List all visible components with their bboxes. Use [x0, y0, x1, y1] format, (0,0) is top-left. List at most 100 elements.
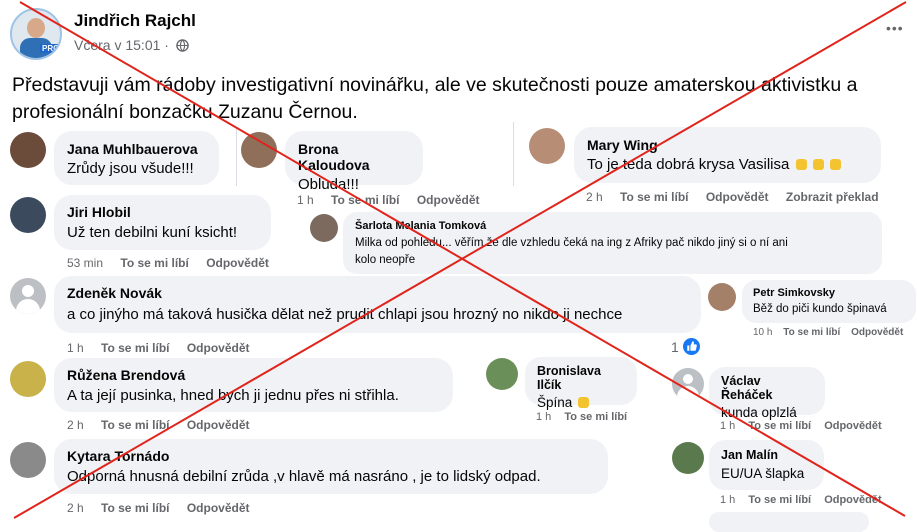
post-text-line1: Představuji vám rádoby investigativní no…	[12, 74, 858, 96]
comment-time[interactable]: 2 h	[67, 501, 84, 515]
comment-time[interactable]: 2 h	[586, 190, 603, 204]
reply-link[interactable]: Odpovědět	[187, 418, 250, 432]
comment-actions: 2 h To se mi líbí Odpovědět	[67, 418, 264, 432]
comment-text: Odporná hnusná debilní zrůda ,v hlavě má…	[67, 468, 541, 485]
comment-time[interactable]: 2 h	[67, 418, 84, 432]
like-link[interactable]: To se mi líbí	[620, 190, 688, 204]
avatar[interactable]	[10, 361, 46, 397]
reply-link[interactable]: Odpovědět	[824, 420, 881, 432]
reply-link[interactable]: Odpovědět	[706, 190, 769, 204]
comment-text: Zrůdy jsou všude!!!	[67, 160, 194, 177]
comment-text-line1: Milka od pohledu... věřím že dle vzhledu…	[355, 237, 788, 249]
like-link[interactable]: To se mi líbí	[101, 418, 169, 432]
comment-time[interactable]: 1 h	[297, 193, 314, 207]
comment-bubble: Růžena Brendová A ta její pusinka, hned …	[54, 358, 453, 412]
commenter-name[interactable]: Jan Malín	[721, 448, 814, 462]
commenter-name[interactable]: Petr Simkovsky	[753, 287, 906, 299]
post-text: Představuji vám rádoby investigativní no…	[12, 72, 912, 126]
avatar[interactable]	[529, 128, 565, 164]
like-link[interactable]: To se mi líbí	[564, 411, 627, 423]
comment-text: a co jinýho má taková husička dělat než …	[67, 306, 623, 323]
default-avatar-icon[interactable]	[10, 278, 46, 314]
comment-text: Běž do piči kundo špinavá	[753, 303, 887, 315]
comment-time[interactable]: 1 h	[536, 411, 551, 423]
comment-bubble: Jiri Hlobil Už ten debilni kuní ksicht!	[54, 195, 271, 250]
commenter-name[interactable]: Šarlota Melania Tomková	[355, 220, 872, 232]
commenter-name[interactable]: Mary Wing	[587, 137, 869, 153]
post-time[interactable]: Včera v 15:01 ·	[74, 37, 189, 53]
comment-text: EU/UA šlapka	[721, 466, 805, 481]
avatar[interactable]	[10, 132, 46, 168]
reaction-count[interactable]: 1	[671, 338, 700, 355]
thumbs-down-emoji-icon	[578, 397, 590, 408]
comment-bubble: Zdeněk Novák a co jinýho má taková husič…	[54, 276, 701, 333]
comment-time[interactable]: 1 h	[720, 420, 735, 432]
commenter-name[interactable]: Kytara Tornádo	[67, 448, 596, 464]
comment-bubble: Mary Wing To je teda dobrá krysa Vasilis…	[574, 127, 881, 183]
author-face	[27, 18, 45, 38]
post-more-button[interactable]: •••	[886, 20, 904, 36]
comment-bubble-partial	[709, 512, 869, 532]
comment-text: Špína	[537, 395, 573, 410]
thumbs-down-emoji-icon	[812, 159, 824, 170]
commenter-name[interactable]: Růžena Brendová	[67, 367, 441, 383]
comment-time[interactable]: 1 h	[67, 341, 84, 355]
comment-actions: 53 min To se mi líbí Odpovědět	[67, 256, 283, 270]
like-link[interactable]: To se mi líbí	[101, 341, 169, 355]
default-avatar-icon[interactable]	[672, 368, 704, 400]
comment-actions: 2 h To se mi líbí Odpovědět	[67, 501, 264, 515]
reply-link[interactable]: Odpovědět	[851, 327, 903, 338]
comment-text-line2: kolo neopře	[355, 254, 416, 266]
comment-text: Už ten debilni kuní ksicht!	[67, 224, 238, 241]
comment-time[interactable]: 10 h	[753, 327, 772, 338]
comment-actions: 10 h To se mi líbí Odpovědět	[753, 327, 917, 338]
comment-time[interactable]: 53 min	[67, 256, 103, 270]
comment-text: To je teda dobrá krysa Vasilisa	[587, 156, 790, 173]
avatar[interactable]	[241, 132, 277, 168]
commenter-name[interactable]: Jiri Hlobil	[67, 204, 259, 220]
comment-actions: 1 h To se mi líbí Odpovědět	[720, 420, 896, 432]
reply-link[interactable]: Odpovědět	[824, 494, 881, 506]
like-link[interactable]: To se mi líbí	[331, 193, 399, 207]
reply-link[interactable]: Odpovědět	[417, 193, 480, 207]
translate-link[interactable]: Zobrazit překlad	[786, 190, 879, 204]
author-name[interactable]: Jindřich Rajchl	[74, 11, 196, 31]
comment-bubble: Václav Řeháček kunda oplzlá	[709, 367, 825, 420]
avatar[interactable]	[672, 442, 704, 474]
like-link[interactable]: To se mi líbí	[748, 420, 811, 432]
commenter-name[interactable]: Václav Řeháček	[721, 374, 815, 402]
comment-bubble: Jana Muhlbauerova Zrůdy jsou všude!!!	[54, 131, 219, 185]
column-divider	[513, 122, 514, 186]
like-link[interactable]: To se mi líbí	[101, 501, 169, 515]
globe-icon	[176, 39, 189, 52]
avatar[interactable]	[310, 214, 338, 242]
like-link[interactable]: To se mi líbí	[748, 494, 811, 506]
commenter-name[interactable]: Brona Kaloudova	[298, 141, 411, 173]
avatar[interactable]	[10, 197, 46, 233]
thumbs-down-emoji-icon	[829, 159, 841, 170]
reply-link[interactable]: Odpovědět	[187, 341, 250, 355]
like-link[interactable]: To se mi líbí	[120, 256, 188, 270]
like-link[interactable]: To se mi líbí	[783, 327, 840, 338]
comment-actions: 2 h To se mi líbí Odpovědět Zobrazit pře…	[586, 190, 893, 204]
thumbs-down-emoji-icon	[795, 159, 807, 170]
reply-link[interactable]: Odpovědět	[206, 256, 269, 270]
commenter-name[interactable]: Jana Muhlbauerova	[67, 141, 207, 157]
comment-text: Obluda!!!	[298, 176, 359, 193]
avatar[interactable]	[10, 442, 46, 478]
author-avatar[interactable]: PRO	[10, 8, 62, 60]
avatar[interactable]	[486, 358, 518, 390]
comment-time[interactable]: 1 h	[720, 494, 735, 506]
avatar[interactable]	[708, 283, 736, 311]
comment-actions: 1 h To se mi líbí Odpovědět	[720, 494, 896, 506]
comment-bubble: Šarlota Melania Tomková Milka od pohledu…	[343, 212, 882, 274]
pro-badge: PRO	[40, 44, 60, 53]
column-divider	[236, 128, 237, 186]
comment-bubble: Jan Malín EU/UA šlapka	[709, 440, 824, 490]
commenter-name[interactable]: Zdeněk Novák	[67, 285, 689, 301]
comment-text: A ta její pusinka, hned bych ji jednu př…	[67, 387, 399, 404]
comment-actions: 1 h To se mi líbí Odpovědět	[67, 341, 264, 355]
comment-actions: 1 h To se mi líbí	[536, 411, 641, 423]
commenter-name[interactable]: Bronislava Ilčík	[537, 364, 627, 392]
reply-link[interactable]: Odpovědět	[187, 501, 250, 515]
